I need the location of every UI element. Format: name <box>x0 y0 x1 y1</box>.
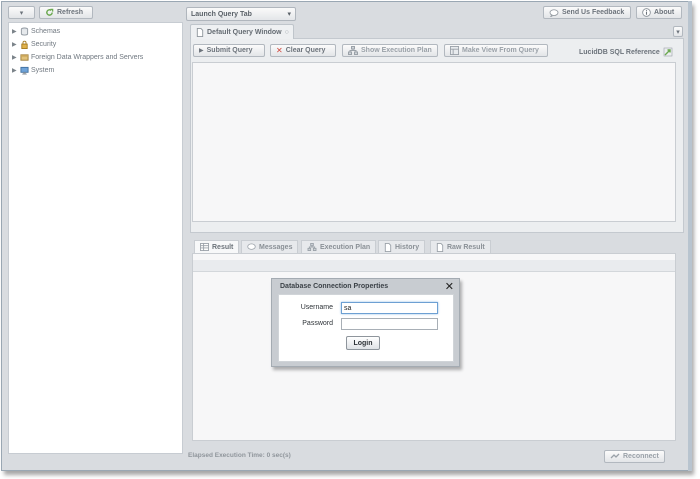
username-label: Username <box>300 304 333 311</box>
chevron-down-icon: ▾ <box>287 11 291 18</box>
tree-menu-dropdown[interactable]: ▾ <box>8 6 35 19</box>
login-button[interactable]: Login <box>346 336 380 350</box>
play-icon: ▶ <box>199 48 204 54</box>
tab-history[interactable]: History <box>378 240 426 253</box>
execution-plan-icon <box>348 46 358 55</box>
document-icon <box>196 27 204 37</box>
password-field[interactable] <box>341 318 438 330</box>
launch-query-tab-select[interactable]: Launch Query Tab ▾ <box>186 7 296 21</box>
table-icon <box>200 243 209 251</box>
tab-close-icon[interactable]: ○ <box>285 29 289 36</box>
chevron-down-icon: ▾ <box>676 28 680 36</box>
show-execution-plan-button[interactable]: Show Execution Plan <box>342 44 438 57</box>
username-field[interactable] <box>341 302 438 314</box>
reconnect-button[interactable]: Reconnect <box>604 450 665 463</box>
sql-editor[interactable] <box>192 62 676 222</box>
tab-default-query-window[interactable]: Default Query Window ○ <box>190 24 294 39</box>
execution-plan-icon <box>307 243 317 251</box>
schemas-icon <box>20 27 29 36</box>
clear-query-button[interactable]: ✕ Clear Query <box>270 44 336 57</box>
result-table-header <box>193 260 675 272</box>
tree-item-system[interactable]: ▶ System <box>12 66 54 75</box>
dialog-body: Username Password Login <box>278 294 454 362</box>
object-tree-panel: ▶ Schemas ▶ Security ▶ Foreign Data Wrap… <box>8 22 183 454</box>
submit-query-button[interactable]: ▶ Submit Query <box>193 44 265 57</box>
tree-item-security[interactable]: ▶ Security <box>12 40 56 49</box>
close-icon[interactable]: ✕ <box>445 280 454 293</box>
sql-reference-link[interactable]: LucidDB SQL Reference <box>579 47 673 57</box>
foreign-data-icon <box>20 54 29 61</box>
security-icon <box>21 40 28 49</box>
tree-item-schemas[interactable]: ▶ Schemas <box>12 27 60 36</box>
tab-messages[interactable]: Messages <box>241 240 299 253</box>
tab-list-dropdown[interactable]: ▾ <box>673 26 683 37</box>
make-view-icon <box>450 46 459 55</box>
expand-arrow-icon[interactable]: ▶ <box>12 67 18 74</box>
expand-arrow-icon[interactable]: ▶ <box>12 28 18 35</box>
make-view-button[interactable]: Make View From Query <box>444 44 548 57</box>
refresh-icon <box>46 8 54 16</box>
send-feedback-button[interactable]: Send Us Feedback <box>543 6 631 19</box>
window-edge <box>688 1 692 471</box>
connection-dialog: Database Connection Properties ✕ Usernam… <box>271 278 460 367</box>
messages-icon <box>247 243 256 250</box>
refresh-button[interactable]: Refresh <box>39 6 93 19</box>
expand-arrow-icon[interactable]: ▶ <box>12 41 18 48</box>
expand-arrow-icon[interactable]: ▶ <box>12 54 18 61</box>
tree-item-foreign-data[interactable]: ▶ Foreign Data Wrappers and Servers <box>12 53 143 62</box>
elapsed-time-status: Elapsed Execution Time: 0 sec(s) <box>188 452 291 459</box>
tab-execution-plan[interactable]: Execution Plan <box>301 240 377 253</box>
reconnect-icon <box>610 453 620 459</box>
tab-raw-result[interactable]: Raw Result <box>430 240 491 253</box>
system-icon <box>20 66 29 75</box>
chevron-down-icon: ▾ <box>19 9 24 17</box>
password-label: Password <box>302 320 333 327</box>
external-link-icon <box>663 47 673 57</box>
raw-result-icon <box>436 242 444 252</box>
about-button[interactable]: About <box>636 6 682 19</box>
history-icon <box>384 242 392 252</box>
speech-bubble-icon <box>549 8 559 17</box>
dialog-title: Database Connection Properties <box>280 283 389 290</box>
clear-icon: ✕ <box>276 46 283 55</box>
tab-result[interactable]: Result <box>194 240 240 253</box>
info-icon <box>642 8 651 17</box>
